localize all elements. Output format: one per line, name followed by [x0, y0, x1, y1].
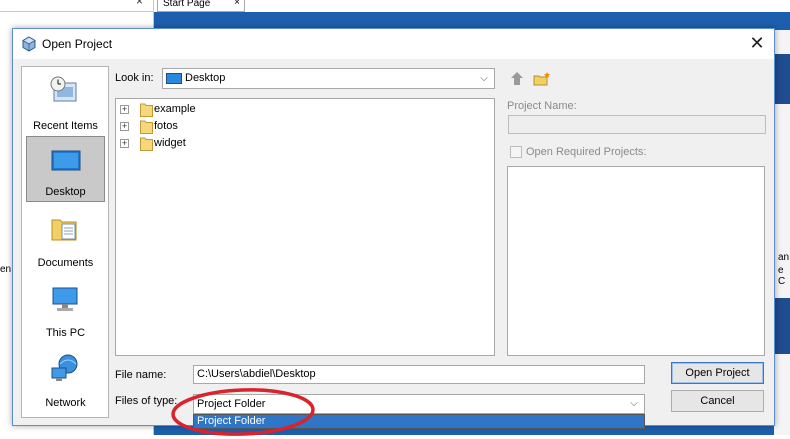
place-desktop[interactable]: Desktop — [26, 136, 105, 202]
place-documents[interactable]: Documents — [26, 206, 105, 272]
ide-right-banner-1 — [774, 54, 790, 104]
project-name-label: Project Name: — [507, 100, 577, 112]
desktop-icon — [51, 150, 81, 171]
place-label: Desktop — [45, 186, 86, 198]
expand-icon[interactable]: + — [120, 105, 129, 114]
places-bar: Recent Items Desktop Documents This PC N… — [21, 66, 109, 418]
recent-items-icon — [50, 76, 77, 102]
documents-icon — [51, 219, 77, 241]
tree-item-name: fotos — [154, 120, 178, 132]
files-of-type-label: Files of type: — [115, 395, 178, 407]
tab-close-icon[interactable]: × — [234, 0, 240, 8]
ide-left-panel-header — [0, 0, 154, 12]
tab-start-page[interactable]: Start Page × — [157, 0, 245, 12]
place-recent-items[interactable]: Recent Items — [26, 69, 105, 135]
folder-icon — [140, 120, 153, 134]
up-folder-icon[interactable] — [508, 70, 526, 88]
open-required-label: Open Required Projects: — [526, 146, 647, 158]
open-project-dialog: Open Project ✕ Recent Items Desktop Docu… — [12, 28, 775, 436]
place-label: Documents — [37, 257, 94, 269]
folder-tree[interactable]: + example + fotos + widget — [115, 98, 495, 356]
ide-right-text-1: an — [778, 252, 790, 263]
tree-item-name: widget — [154, 137, 186, 149]
tree-item-name: example — [154, 103, 196, 115]
folder-icon — [140, 137, 153, 151]
desktop-icon — [166, 73, 182, 84]
dialog-titlebar[interactable]: Open Project ✕ — [13, 29, 774, 59]
file-name-field[interactable]: C:\Users\abdiel\Desktop — [193, 365, 645, 384]
look-in-label: Look in: — [115, 72, 154, 84]
dialog-title: Open Project — [42, 37, 113, 51]
files-of-type-combo[interactable]: Project Folder ⌵ — [193, 394, 645, 414]
this-pc-icon — [52, 287, 78, 311]
look-in-value: Desktop — [185, 72, 226, 84]
look-in-combo[interactable]: Desktop ⌵ — [162, 68, 495, 89]
open-project-button[interactable]: Open Project — [671, 362, 764, 384]
place-this-pc[interactable]: This PC — [26, 276, 105, 342]
files-of-type-value: Project Folder — [197, 398, 266, 410]
close-icon[interactable]: ✕ — [744, 32, 770, 56]
expand-icon[interactable]: + — [120, 122, 129, 131]
new-folder-icon[interactable] — [533, 70, 551, 88]
folder-icon — [140, 103, 153, 117]
place-label: Network — [45, 397, 86, 409]
expand-icon[interactable]: + — [120, 139, 129, 148]
chevron-down-icon[interactable]: ⌵ — [475, 70, 493, 87]
cancel-button[interactable]: Cancel — [671, 390, 764, 412]
files-of-type-option[interactable]: Project Folder — [194, 415, 644, 428]
place-network[interactable]: Network — [26, 346, 105, 412]
ide-left-panel-close-icon[interactable]: × — [136, 0, 143, 8]
required-projects-list — [507, 166, 765, 356]
network-icon — [51, 354, 78, 381]
tab-start-page-label: Start Page — [163, 0, 211, 9]
place-label: Recent Items — [33, 120, 98, 132]
netbeans-cube-icon — [22, 36, 36, 52]
open-required-checkbox — [510, 146, 522, 158]
chevron-down-icon[interactable]: ⌵ — [626, 396, 642, 412]
project-name-field — [508, 115, 766, 134]
ide-right-text-2: e C — [778, 265, 786, 287]
files-of-type-dropdown: Project Folder — [193, 414, 645, 429]
place-label: This PC — [45, 327, 86, 339]
ide-left-panel-text: en — [0, 264, 12, 275]
ide-right-banner-2 — [774, 298, 790, 354]
file-name-label: File name: — [115, 369, 167, 381]
